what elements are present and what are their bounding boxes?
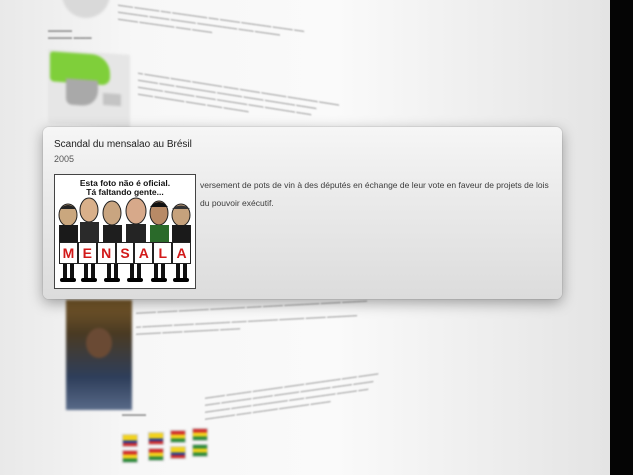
cartoon-figures — [58, 197, 191, 282]
background-text-block: ▬▬▬▬ ▬▬▬▬▬ ▬▬▬▬▬▬ ▬▬▬▬ ▬▬▬▬▬▬▬ ▬▬▬ ▬▬▬▬ … — [205, 370, 379, 422]
background-heading: ▬▬▬▬ ▬▬▬▬ ▬▬▬ — [48, 28, 92, 41]
sign-letter: L — [153, 242, 173, 264]
sign-letter: E — [77, 242, 97, 264]
background-text-block: ▬ ▬▬▬▬▬ ▬▬▬▬ ▬▬▬▬▬▬ ▬▬▬ ▬▬▬▬ ▬▬▬▬▬ ▬▬▬▬▬… — [138, 70, 340, 118]
background-text-block: ▬▬▬▬ ▬▬▬▬ ▬▬▬▬▬▬ ▬▬▬▬▬▬▬ ▬▬▬ ▬▬▬▬ ▬▬▬▬▬▬… — [136, 297, 368, 337]
background-text-block: ▬▬▬ ▬▬▬▬▬ ▬▬ ▬▬▬▬▬▬▬ ▬▬ ▬▬▬▬ ▬▬▬▬▬▬ ▬▬▬▬… — [118, 2, 305, 38]
event-description: versement de pots de vin à des députés e… — [200, 180, 549, 208]
mensala-signs: M E N S A L A — [59, 242, 192, 264]
background-timeline: ▬▬▬ ▬▬▬▬▬ ▬▬ ▬▬▬▬▬▬▬ ▬▬ ▬▬▬▬ ▬▬▬▬▬▬ ▬▬▬▬… — [0, 0, 610, 475]
sign-letter: N — [96, 242, 116, 264]
event-title: Scandal du mensalao au Brésil — [54, 139, 192, 150]
sign-letter: M — [59, 242, 78, 264]
event-detail-card[interactable]: Scandal du mensalao au Brésil 2005 Esta … — [43, 127, 562, 299]
background-heading: ▬▬▬▬ — [122, 412, 146, 418]
background-portrait — [66, 300, 132, 410]
sign-letter: A — [172, 242, 192, 264]
sign-letter: A — [134, 242, 154, 264]
event-cartoon-image: Esta foto não é oficial. Tá faltando gen… — [54, 174, 196, 289]
background-map-thumbnail — [48, 49, 130, 129]
event-year: 2005 — [54, 154, 75, 164]
background-avatar — [62, 0, 110, 18]
sign-letter: S — [115, 242, 135, 264]
window-edge — [610, 0, 633, 475]
